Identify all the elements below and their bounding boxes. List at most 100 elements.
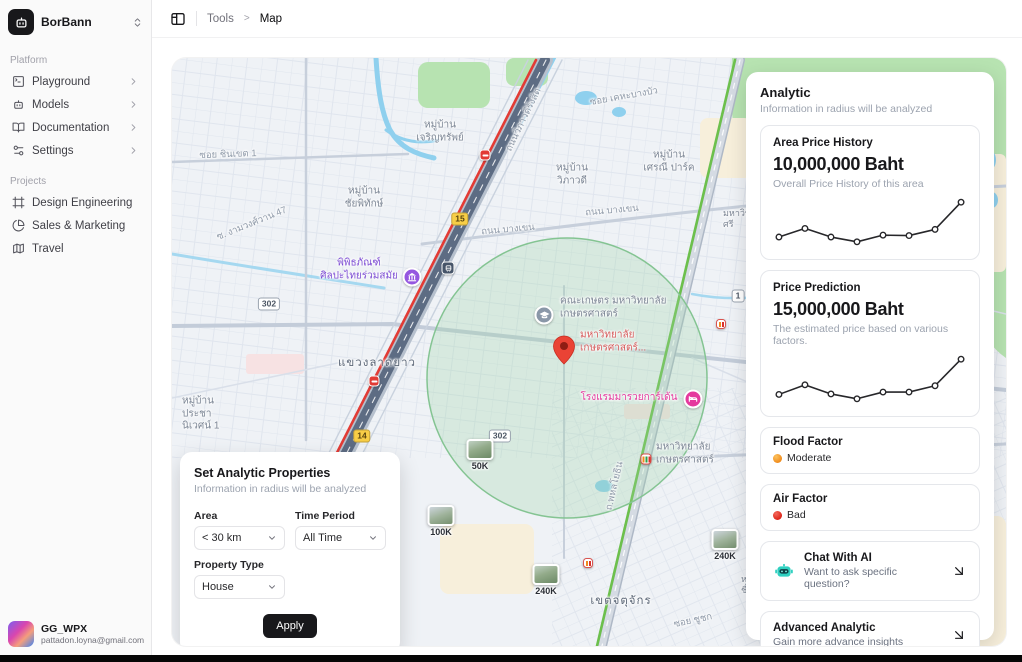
chevron-down-icon <box>368 533 378 543</box>
arrow-down-right-icon <box>951 563 967 579</box>
properties-title: Set Analytic Properties <box>194 466 386 480</box>
price-marker-label: 240K <box>535 586 557 596</box>
sidebar-item-travel[interactable]: Travel <box>6 237 145 260</box>
section-label-projects: Projects <box>0 176 151 187</box>
university-icon[interactable] <box>535 306 554 325</box>
sidebar-item-playground[interactable]: Playground <box>6 70 145 93</box>
breadcrumb-separator: > <box>244 13 250 24</box>
chat-with-ai-card[interactable]: Chat With AI Want to ask specific questi… <box>760 541 980 601</box>
listing-photo <box>428 505 455 526</box>
sidebar-item-design-engineering[interactable]: Design Engineering <box>6 191 145 214</box>
properties-subtitle: Information in radius will be analyzed <box>194 483 386 495</box>
app-window: BorBann Platform Playground Models Docum… <box>0 0 1022 662</box>
sidebar-toggle-icon[interactable] <box>170 11 186 27</box>
avatar <box>8 621 34 647</box>
arrow-down-right-icon <box>951 627 967 643</box>
map-label-khet-chatuchak: เขตจตุจักร <box>590 594 651 608</box>
card-title: Area Price History <box>773 137 967 149</box>
price-marker-100k[interactable]: 100K <box>428 505 455 537</box>
chevrons-up-down-icon <box>132 17 143 28</box>
bottom-edge-bar <box>0 655 1022 662</box>
chat-title: Chat With AI <box>804 552 942 564</box>
analytic-title: Analytic <box>760 85 980 100</box>
area-price-history-card: Area Price History 10,000,000 Baht Overa… <box>760 125 980 260</box>
time-period-select[interactable]: All Time <box>295 526 386 550</box>
chat-robot-icon <box>773 560 795 582</box>
map-label-soi-chinkhet: ซอย ชินเขต 1 <box>199 148 257 162</box>
map-label-village-pracha: หมู่บ้าน ประชา นิเวศน์ 1 <box>182 395 219 433</box>
sidebar-item-label: Playground <box>32 76 90 88</box>
listing-photo <box>467 439 494 460</box>
sidebar-item-label: Documentation <box>32 122 109 134</box>
main-area: Tools > Map <box>152 0 1022 655</box>
sidebar-item-models[interactable]: Models <box>6 93 145 116</box>
map[interactable]: ซอย ชินเขต 1 หมู่บ้าน เจริญทรัพย์ หมู่บ้… <box>172 58 1006 646</box>
time-period-value: All Time <box>303 532 342 544</box>
square-terminal-icon <box>12 75 25 88</box>
price-marker-240k-2[interactable]: 240K <box>712 529 739 561</box>
air-status-dot <box>773 511 782 520</box>
price-prediction-sparkline <box>773 353 967 405</box>
property-type-select[interactable]: House <box>194 575 285 599</box>
listing-photo <box>533 564 560 585</box>
price-history-sparkline <box>773 196 967 248</box>
time-period-label: Time Period <box>295 510 386 522</box>
card-desc: Overall Price History of this area <box>773 178 967 190</box>
brand-name: BorBann <box>41 15 125 29</box>
book-open-icon <box>12 121 25 134</box>
route-shield-302: 302 <box>258 298 280 311</box>
map-label-pin-place: มหาวิทยาลัย เกษตรศาสตร์... <box>580 330 646 355</box>
map-label-museum: พิพิธภัณฑ์ ศิลปะไทยร่วมสมัย <box>320 258 398 283</box>
bot-icon <box>14 15 29 30</box>
section-label-platform: Platform <box>0 55 151 66</box>
analytic-panel: Analytic Information in radius will be a… <box>746 72 994 640</box>
map-label-faculty: คณะเกษตร มหาวิทยาลัย เกษตรศาสตร์ <box>560 296 667 321</box>
location-pin[interactable] <box>552 335 576 370</box>
advanced-desc: Gain more advance insights <box>773 636 942 646</box>
hotel-icon[interactable] <box>684 390 703 409</box>
card-desc: The estimated price based on various fac… <box>773 323 967 347</box>
map-label-village-chaipitak: หมู่บ้าน ชัยพิทักษ์ <box>345 186 383 211</box>
user-menu[interactable]: GG_WPX pattadon.loyna@gmail.com <box>0 613 151 655</box>
map-label-village-seranee: หมู่บ้าน เศรณี ปาร์ค <box>643 150 694 175</box>
radius-circle <box>427 238 707 518</box>
area-label: Area <box>194 510 285 522</box>
card-value: 15,000,000 Baht <box>773 299 967 320</box>
workspace-switcher[interactable]: BorBann <box>0 0 151 41</box>
divider <box>196 11 197 26</box>
chevron-down-icon <box>267 533 277 543</box>
sidebar: BorBann Platform Playground Models Docum… <box>0 0 152 655</box>
area-select[interactable]: < 30 km <box>194 526 285 550</box>
sidebar-item-settings[interactable]: Settings <box>6 139 145 162</box>
sidebar-item-documentation[interactable]: Documentation <box>6 116 145 139</box>
map-label-village-charoensap: หมู่บ้าน เจริญทรัพย์ <box>416 120 464 145</box>
price-marker-label: 100K <box>430 527 452 537</box>
sidebar-item-label: Travel <box>32 243 64 255</box>
flood-status-dot <box>773 454 782 463</box>
sidebar-item-sales-marketing[interactable]: Sales & Marketing <box>6 214 145 237</box>
card-title: Flood Factor <box>773 436 967 448</box>
card-title: Price Prediction <box>773 282 967 294</box>
map-label-university-gate: มหาวิทยาลัย เกษตรศาสตร์ <box>656 442 714 467</box>
museum-icon[interactable] <box>403 268 422 287</box>
price-marker-50k[interactable]: 50K <box>467 439 494 471</box>
chevron-right-icon <box>128 122 139 133</box>
air-status: Bad <box>787 509 806 521</box>
price-marker-240k[interactable]: 240K <box>533 564 560 596</box>
sidebar-item-label: Sales & Marketing <box>32 220 125 232</box>
map-label-khwaeng-latyao: แขวงลาดยาว <box>338 356 416 370</box>
store-marker-icon <box>641 454 652 465</box>
property-type-label: Property Type <box>194 559 285 571</box>
card-value: 10,000,000 Baht <box>773 154 967 175</box>
breadcrumb-tools[interactable]: Tools <box>207 13 234 25</box>
price-marker-label: 50K <box>472 461 489 471</box>
store-marker-icon <box>583 558 593 568</box>
apply-button[interactable]: Apply <box>263 614 317 638</box>
chevron-down-icon <box>267 582 277 592</box>
price-prediction-card: Price Prediction 15,000,000 Baht The est… <box>760 270 980 417</box>
price-marker-label: 240K <box>714 551 736 561</box>
store-marker-icon <box>716 319 726 329</box>
advanced-analytic-card[interactable]: Advanced Analytic Gain more advance insi… <box>760 611 980 646</box>
air-factor-card: Air Factor Bad <box>760 484 980 531</box>
bus-station-icon[interactable] <box>442 262 455 275</box>
